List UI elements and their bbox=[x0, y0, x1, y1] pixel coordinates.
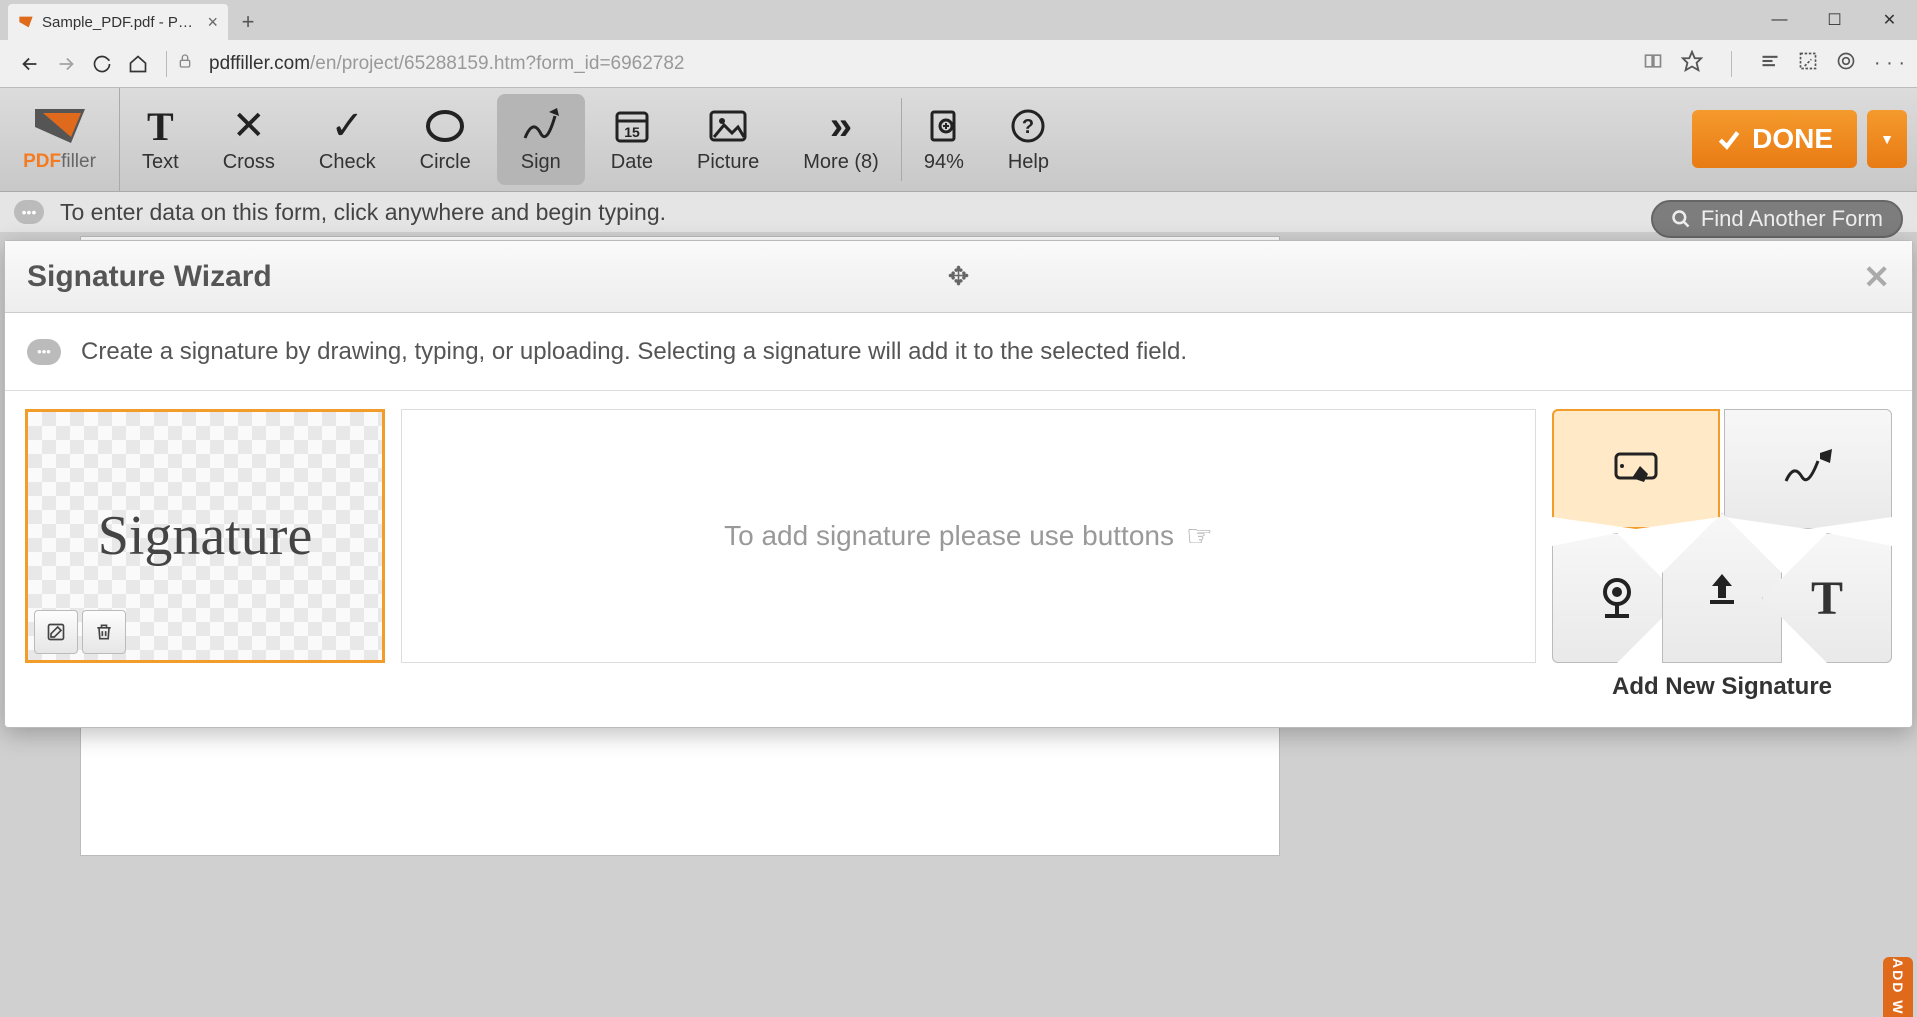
back-button[interactable] bbox=[12, 46, 48, 82]
url-path: /en/project/65288159.htm?form_id=6962782 bbox=[310, 53, 684, 74]
logo-text: PDFfiller bbox=[23, 151, 96, 173]
tool-label: Cross bbox=[223, 151, 275, 174]
hint-text: To enter data on this form, click anywhe… bbox=[60, 199, 666, 226]
modal-subtitle-bar: ••• Create a signature by drawing, typin… bbox=[5, 313, 1912, 391]
tool-label: Circle bbox=[420, 151, 471, 174]
find-another-form-button[interactable]: Find Another Form bbox=[1651, 200, 1903, 238]
more-icon[interactable]: · · · bbox=[1874, 52, 1905, 75]
capture-phone-button[interactable] bbox=[1552, 409, 1720, 529]
tool-circle[interactable]: Circle bbox=[398, 88, 493, 191]
close-window-button[interactable]: ✕ bbox=[1862, 0, 1917, 40]
tool-date[interactable]: 15 Date bbox=[589, 88, 675, 191]
signature-actions bbox=[34, 610, 126, 654]
zoom-control[interactable]: 94% bbox=[902, 88, 986, 191]
tool-picture[interactable]: Picture bbox=[675, 88, 781, 191]
new-tab-button[interactable]: + bbox=[228, 4, 268, 40]
tool-label: Picture bbox=[697, 151, 759, 174]
signature-preview-card[interactable]: Signature bbox=[25, 409, 385, 663]
modal-subtitle: Create a signature by drawing, typing, o… bbox=[81, 338, 1187, 366]
check-icon: ✓ bbox=[331, 105, 365, 147]
side-tab-label: ADD W bbox=[1890, 958, 1906, 1015]
sign-icon bbox=[519, 105, 563, 147]
browser-address-bar: pdffiller.com/en/project/65288159.htm?fo… bbox=[0, 40, 1917, 88]
move-handle-icon[interactable]: ✥ bbox=[948, 261, 970, 292]
speech-bubble-icon: ••• bbox=[27, 339, 61, 365]
refresh-button[interactable] bbox=[84, 46, 120, 82]
side-add-tab[interactable]: ADD W bbox=[1883, 957, 1913, 1017]
svg-text:?: ? bbox=[1022, 116, 1034, 138]
signature-placeholder-area: To add signature please use buttons ☞ bbox=[401, 409, 1536, 663]
browser-tab-bar: Sample_PDF.pdf - PDFfi × + — ☐ ✕ bbox=[0, 0, 1917, 40]
tool-label: Date bbox=[611, 151, 653, 174]
favorite-star-icon[interactable] bbox=[1681, 50, 1703, 78]
tool-label: More (8) bbox=[803, 151, 879, 174]
svg-text:15: 15 bbox=[624, 124, 640, 140]
lock-icon bbox=[177, 53, 193, 74]
more-chevron-icon: » bbox=[830, 105, 852, 147]
picture-icon bbox=[708, 105, 748, 147]
forward-button[interactable] bbox=[48, 46, 84, 82]
addr-right-icons: · · · bbox=[1643, 50, 1905, 78]
reading-view-icon[interactable] bbox=[1643, 51, 1663, 77]
cross-icon: ✕ bbox=[232, 105, 266, 147]
done-label: DONE bbox=[1752, 123, 1833, 155]
hint-banner: ••• To enter data on this form, click an… bbox=[0, 192, 1917, 232]
share-icon[interactable] bbox=[1836, 51, 1856, 77]
zoom-value: 94% bbox=[924, 151, 964, 174]
circle-icon bbox=[425, 105, 465, 147]
pointing-hand-icon: ☞ bbox=[1186, 519, 1213, 554]
help-icon: ? bbox=[1010, 105, 1046, 147]
delete-signature-button[interactable] bbox=[82, 610, 126, 654]
divider bbox=[166, 51, 167, 77]
tool-text[interactable]: T Text bbox=[120, 88, 201, 191]
tool-check[interactable]: ✓ Check bbox=[297, 88, 398, 191]
placeholder-text: To add signature please use buttons bbox=[724, 520, 1174, 552]
done-button[interactable]: DONE bbox=[1692, 110, 1857, 168]
tool-label: Help bbox=[1008, 151, 1049, 174]
url-host: pdffiller.com bbox=[209, 53, 310, 74]
minimize-button[interactable]: — bbox=[1752, 0, 1807, 40]
tab-favicon bbox=[18, 14, 34, 30]
modal-close-button[interactable]: ✕ bbox=[1863, 258, 1890, 296]
tool-more[interactable]: » More (8) bbox=[781, 88, 901, 191]
edit-signature-button[interactable] bbox=[34, 610, 78, 654]
signature-sample: Signature bbox=[98, 504, 313, 568]
add-signature-label: Add New Signature bbox=[1612, 673, 1832, 701]
url-display[interactable]: pdffiller.com/en/project/65288159.htm?fo… bbox=[209, 53, 1643, 75]
maximize-button[interactable]: ☐ bbox=[1807, 0, 1862, 40]
draw-signature-button[interactable] bbox=[1724, 409, 1892, 529]
notes-icon[interactable] bbox=[1798, 51, 1818, 77]
done-dropdown[interactable]: ▼ bbox=[1867, 110, 1907, 168]
tool-label: Text bbox=[142, 151, 179, 174]
modal-body: Signature To add signature please use bu… bbox=[5, 391, 1912, 727]
app-toolbar: PDFfiller T Text ✕ Cross ✓ Check Circle … bbox=[0, 88, 1917, 192]
home-button[interactable] bbox=[120, 46, 156, 82]
upload-signature-button[interactable] bbox=[1662, 513, 1782, 663]
divider bbox=[1731, 51, 1732, 77]
hub-icon[interactable] bbox=[1760, 51, 1780, 77]
browser-tab[interactable]: Sample_PDF.pdf - PDFfi × bbox=[8, 4, 228, 40]
tool-label: Check bbox=[319, 151, 376, 174]
modal-header: Signature Wizard ✥ ✕ bbox=[5, 241, 1912, 313]
tool-cross[interactable]: ✕ Cross bbox=[201, 88, 297, 191]
zoom-icon bbox=[926, 105, 962, 147]
signature-wizard-modal: Signature Wizard ✥ ✕ ••• Create a signat… bbox=[4, 240, 1913, 728]
tab-title: Sample_PDF.pdf - PDFfi bbox=[42, 14, 201, 31]
find-form-label: Find Another Form bbox=[1701, 206, 1883, 232]
text-icon: T bbox=[147, 105, 174, 147]
tool-sign[interactable]: Sign bbox=[497, 94, 585, 185]
add-signature-panel: T Add New Signature bbox=[1552, 409, 1892, 701]
date-icon: 15 bbox=[613, 105, 651, 147]
window-controls: — ☐ ✕ bbox=[1752, 0, 1917, 40]
tab-close-icon[interactable]: × bbox=[207, 12, 218, 33]
hint-bubble-icon: ••• bbox=[14, 200, 44, 224]
add-signature-grid: T bbox=[1552, 409, 1892, 663]
help-button[interactable]: ? Help bbox=[986, 88, 1071, 191]
modal-title: Signature Wizard bbox=[27, 260, 272, 294]
logo-icon bbox=[31, 107, 89, 145]
tool-label: Sign bbox=[521, 151, 561, 174]
app-logo[interactable]: PDFfiller bbox=[0, 88, 120, 191]
